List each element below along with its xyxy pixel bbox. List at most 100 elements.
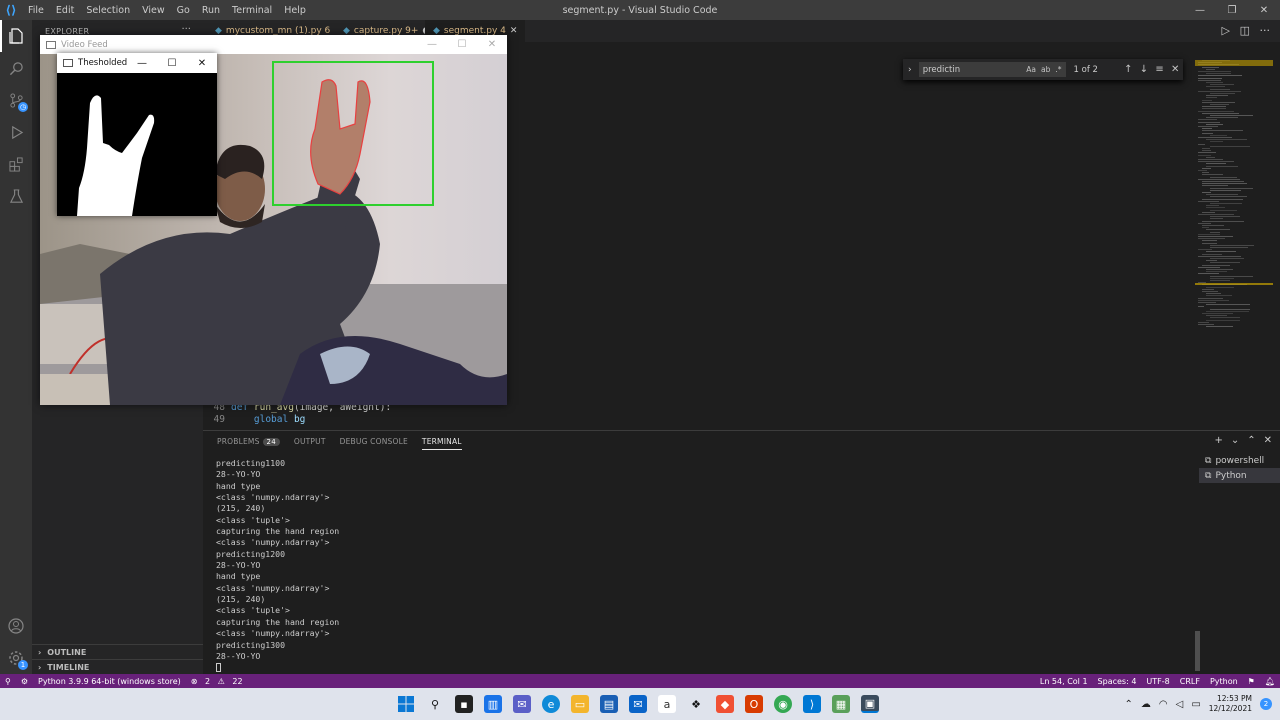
menu-view[interactable]: View: [136, 5, 171, 16]
menu-file[interactable]: File: [22, 5, 50, 16]
feedback-icon[interactable]: ⚑: [1243, 677, 1260, 686]
previous-match-icon[interactable]: ↑: [1120, 64, 1136, 75]
tab-problems[interactable]: PROBLEMS 24: [217, 437, 280, 450]
menu-bar: File Edit Selection View Go Run Terminal…: [22, 5, 312, 16]
split-editor-icon[interactable]: ◫: [1240, 24, 1250, 37]
restore-icon[interactable]: ❐: [1216, 0, 1248, 20]
source-control-icon[interactable]: ◷: [0, 84, 32, 116]
settings-gear-icon[interactable]: 1: [0, 642, 32, 674]
language-status[interactable]: Python: [1205, 677, 1243, 686]
minimap-line: [1202, 253, 1223, 255]
minimize-icon[interactable]: —: [417, 35, 447, 54]
run-file-icon[interactable]: ▷: [1222, 24, 1230, 37]
explorer-icon[interactable]: [0, 20, 32, 52]
minimize-icon[interactable]: —: [127, 53, 157, 73]
minimap-line: [1198, 266, 1220, 268]
indentation-status[interactable]: Spaces: 4: [1093, 677, 1142, 686]
mail-icon[interactable]: ✉: [629, 695, 647, 713]
account-icon[interactable]: [0, 610, 32, 642]
volume-icon[interactable]: ◁: [1176, 699, 1184, 710]
close-tab-icon[interactable]: ✕: [510, 26, 518, 36]
maximize-panel-icon[interactable]: ⌃: [1247, 435, 1255, 446]
thresholded-titlebar[interactable]: Thesholded — ☐ ✕: [57, 53, 217, 73]
search-icon[interactable]: [0, 52, 32, 84]
battery-icon[interactable]: ▭: [1191, 699, 1200, 710]
close-icon[interactable]: ✕: [187, 53, 217, 73]
match-case-icon[interactable]: Aa: [1026, 65, 1036, 74]
minimap-line: [1202, 66, 1220, 68]
editor-more-icon[interactable]: ···: [1260, 24, 1271, 37]
chrome-icon[interactable]: ◉: [774, 695, 792, 713]
wifi-icon[interactable]: ◠: [1159, 699, 1168, 710]
menu-run[interactable]: Run: [196, 5, 226, 16]
file-explorer-icon[interactable]: ▭: [571, 695, 589, 713]
problems-status[interactable]: ⊗ 2 ⚠ 22: [186, 677, 253, 686]
find-input[interactable]: predictin Aa ab .*: [918, 62, 1066, 77]
encoding-status[interactable]: UTF-8: [1141, 677, 1174, 686]
spreadsheet-icon[interactable]: ▦: [832, 695, 850, 713]
terminal-output[interactable]: predicting1100 28--YO-YO hand type <class '…: [216, 458, 1176, 673]
code-line[interactable]: 49 global bg: [203, 414, 1203, 426]
menu-terminal[interactable]: Terminal: [226, 5, 278, 16]
store-icon[interactable]: ▤: [600, 695, 618, 713]
dropbox-icon[interactable]: ❖: [687, 695, 705, 713]
terminal-dropdown-icon[interactable]: ⌄: [1231, 435, 1239, 446]
python-window-icon[interactable]: ▣: [861, 695, 879, 713]
remote-icon[interactable]: ⚲: [0, 677, 16, 686]
next-match-icon[interactable]: ↓: [1136, 64, 1152, 75]
tray-overflow-icon[interactable]: ⌃: [1124, 699, 1132, 710]
terminal-item-powershell[interactable]: ⧉ powershell: [1199, 453, 1280, 468]
notifications-bell-icon[interactable]: 🔔︎: [1260, 677, 1280, 686]
video-feed-titlebar[interactable]: Video Feed — ☐ ✕: [40, 35, 507, 54]
toggle-replace-chevron-icon[interactable]: ›: [903, 65, 917, 75]
clock[interactable]: 12:53 PM 12/12/2021: [1209, 694, 1252, 714]
eol-status[interactable]: CRLF: [1175, 677, 1205, 686]
edge-icon[interactable]: e: [542, 695, 560, 713]
minimap-line: [1198, 255, 1241, 257]
tab-terminal[interactable]: TERMINAL: [421, 437, 462, 450]
find-in-selection-icon[interactable]: ≡: [1152, 64, 1168, 75]
editor-scrollbar[interactable]: [1273, 58, 1280, 428]
close-find-icon[interactable]: ✕: [1167, 64, 1183, 75]
office-icon[interactable]: O: [745, 695, 763, 713]
terminal-item-python[interactable]: ⧉ Python: [1199, 468, 1280, 483]
notification-count-badge[interactable]: 2: [1260, 698, 1272, 710]
search-icon[interactable]: ⚲: [426, 695, 444, 713]
notepad-icon[interactable]: a: [658, 695, 676, 713]
maximize-icon[interactable]: ☐: [157, 53, 187, 73]
run-debug-icon[interactable]: [0, 116, 32, 148]
more-actions-icon[interactable]: ···: [181, 24, 191, 35]
whole-word-icon[interactable]: ab: [1041, 65, 1050, 74]
maximize-icon[interactable]: ☐: [447, 35, 477, 54]
close-icon[interactable]: ✕: [1248, 0, 1280, 20]
menu-edit[interactable]: Edit: [50, 5, 80, 16]
minimap[interactable]: [1195, 58, 1273, 358]
outline-section[interactable]: › OUTLINE: [32, 644, 203, 659]
menu-go[interactable]: Go: [171, 5, 196, 16]
menu-help[interactable]: Help: [278, 5, 312, 16]
tab-debug-console[interactable]: DEBUG CONSOLE: [340, 437, 408, 450]
minimize-icon[interactable]: —: [1184, 0, 1216, 20]
vscode-taskbar-icon[interactable]: ⟩: [803, 695, 821, 713]
onedrive-icon[interactable]: ☁: [1141, 699, 1151, 710]
terminal-scrollbar[interactable]: [1195, 631, 1200, 671]
cursor-position[interactable]: Ln 54, Col 1: [1035, 677, 1093, 686]
widgets-icon[interactable]: ▥: [484, 695, 502, 713]
testing-icon[interactable]: [0, 180, 32, 212]
python-env-icon[interactable]: ⚙: [16, 677, 33, 686]
minimap-line: [1210, 216, 1240, 218]
close-panel-icon[interactable]: ✕: [1264, 435, 1272, 446]
windows-start-icon[interactable]: [397, 695, 415, 713]
chat-icon[interactable]: ✉: [513, 695, 531, 713]
task-view-icon[interactable]: ▪: [455, 695, 473, 713]
timeline-section[interactable]: › TIMELINE: [32, 659, 203, 674]
new-terminal-icon[interactable]: +: [1214, 435, 1222, 446]
minimap-line: [1202, 192, 1212, 193]
close-icon[interactable]: ✕: [477, 35, 507, 54]
git-icon[interactable]: ◆: [716, 695, 734, 713]
menu-selection[interactable]: Selection: [80, 5, 136, 16]
interpreter-status[interactable]: Python 3.9.9 64-bit (windows store): [33, 677, 186, 686]
extensions-icon[interactable]: [0, 148, 32, 180]
regex-icon[interactable]: .*: [1055, 65, 1061, 74]
tab-output[interactable]: OUTPUT: [294, 437, 326, 450]
